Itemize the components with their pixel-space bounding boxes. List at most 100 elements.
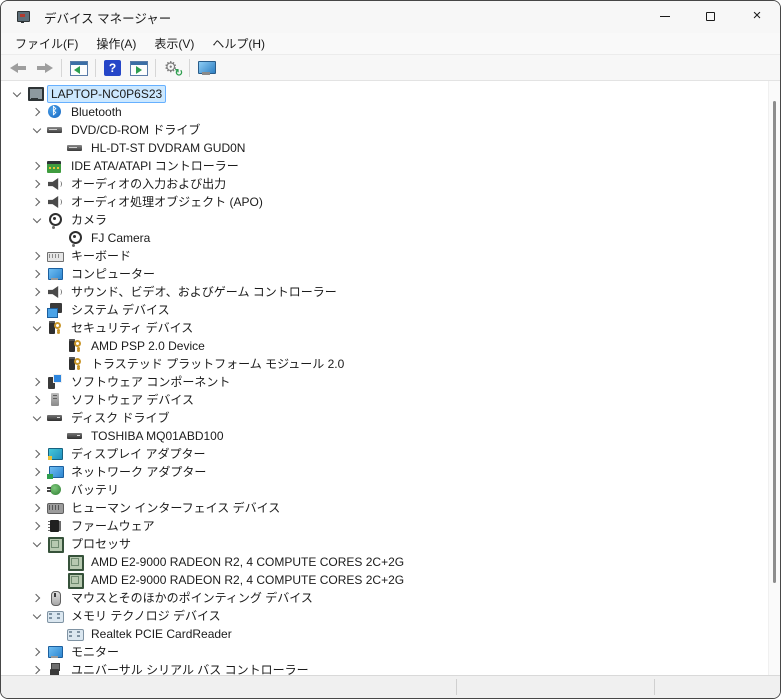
tree-node-label: ファームウェア	[71, 519, 155, 533]
tree-node-label: カメラ	[71, 213, 108, 227]
tree-node[interactable]: トラステッド プラットフォーム モジュール 2.0	[1, 355, 780, 373]
chevron-down-icon[interactable]	[29, 607, 45, 625]
tree-node[interactable]: ファームウェア	[1, 517, 780, 535]
keyboard-icon	[47, 248, 64, 264]
help-button[interactable]	[100, 57, 125, 79]
firmware-icon	[47, 518, 63, 534]
tree-node[interactable]: AMD E2-9000 RADEON R2, 4 COMPUTE CORES 2…	[1, 553, 780, 571]
back-button[interactable]	[6, 57, 31, 79]
tree-node[interactable]: ヒューマン インターフェイス デバイス	[1, 499, 780, 517]
tree-node[interactable]: TOSHIBA MQ01ABD100	[1, 427, 780, 445]
gear-refresh-icon	[164, 58, 183, 79]
tree-node[interactable]: FJ Camera	[1, 229, 780, 247]
titlebar[interactable]: デバイス マネージャー ×	[1, 1, 780, 33]
chevron-right-icon[interactable]	[29, 463, 45, 481]
show-console-tree-button[interactable]	[66, 57, 91, 79]
tree-node[interactable]: オーディオ処理オブジェクト (APO)	[1, 193, 780, 211]
chevron-down-icon[interactable]	[9, 85, 25, 103]
mouse-icon	[47, 590, 63, 606]
chevron-right-icon[interactable]	[29, 517, 45, 535]
tree-node[interactable]: ソフトウェア コンポーネント	[1, 373, 780, 391]
chevron-down-icon[interactable]	[29, 121, 45, 139]
tree-node[interactable]: ソフトウェア デバイス	[1, 391, 780, 409]
forward-button[interactable]	[32, 57, 57, 79]
tree-node[interactable]: マウスとそのほかのポインティング デバイス	[1, 589, 780, 607]
chevron-right-icon[interactable]	[29, 499, 45, 517]
menu-help[interactable]: ヘルプ(H)	[203, 34, 274, 54]
chevron-right-icon[interactable]	[29, 301, 45, 319]
tree-node[interactable]: セキュリティ デバイス	[1, 319, 780, 337]
chevron-right-icon[interactable]	[29, 103, 45, 121]
chevron-right-icon[interactable]	[29, 265, 45, 283]
status-separator	[456, 679, 457, 695]
window-play-icon	[130, 60, 148, 76]
chevron-right-icon[interactable]	[29, 445, 45, 463]
minimize-button[interactable]	[642, 1, 688, 33]
tree-node[interactable]: カメラ	[1, 211, 780, 229]
tree-node[interactable]: プロセッサ	[1, 535, 780, 553]
tree-node[interactable]: ディスプレイ アダプター	[1, 445, 780, 463]
battery-icon	[47, 482, 63, 498]
chevron-right-icon[interactable]	[29, 247, 45, 265]
optical-drive-icon	[47, 122, 63, 138]
maximize-button[interactable]	[688, 1, 734, 33]
chevron-right-icon[interactable]	[29, 481, 45, 499]
tree-node-label: FJ Camera	[91, 231, 151, 245]
chevron-right-icon[interactable]	[29, 175, 45, 193]
chevron-right-icon[interactable]	[29, 661, 45, 675]
chevron-right-icon[interactable]	[29, 589, 45, 607]
toolbar	[1, 55, 780, 81]
status-separator	[654, 679, 655, 695]
tree-node[interactable]: オーディオの入力および出力	[1, 175, 780, 193]
tree-node[interactable]: HL-DT-ST DVDRAM GUD0N	[1, 139, 780, 157]
menu-file[interactable]: ファイル(F)	[6, 34, 87, 54]
tree-node-label: サウンド、ビデオ、およびゲーム コントローラー	[71, 285, 337, 299]
scrollbar-thumb[interactable]	[773, 101, 776, 583]
system-devices-icon	[47, 302, 63, 318]
chevron-right-icon[interactable]	[29, 157, 45, 175]
devices-view-button[interactable]	[194, 57, 219, 79]
tree-node[interactable]: バッテリ	[1, 481, 780, 499]
chevron-down-icon[interactable]	[29, 319, 45, 337]
tree-node-label: Realtek PCIE CardReader	[91, 627, 232, 641]
tree-node[interactable]: ディスク ドライブ	[1, 409, 780, 427]
menu-view[interactable]: 表示(V)	[145, 34, 203, 54]
tree-node-label: ディスク ドライブ	[71, 411, 170, 425]
chevron-right-icon[interactable]	[29, 391, 45, 409]
chevron-right-icon[interactable]	[29, 373, 45, 391]
tree-node[interactable]: Realtek PCIE CardReader	[1, 625, 780, 643]
tree-node[interactable]: ネットワーク アダプター	[1, 463, 780, 481]
menu-action[interactable]: 操作(A)	[87, 34, 145, 54]
tree-node[interactable]: ユニバーサル シリアル バス コントローラー	[1, 661, 780, 675]
tree-node[interactable]: サウンド、ビデオ、およびゲーム コントローラー	[1, 283, 780, 301]
tree-node-label: TOSHIBA MQ01ABD100	[91, 429, 224, 443]
disk-drive-icon	[47, 410, 63, 426]
tree-node[interactable]: DVD/CD-ROM ドライブ	[1, 121, 780, 139]
vertical-scrollbar[interactable]	[768, 81, 780, 675]
tree-node[interactable]: メモリ テクノロジ デバイス	[1, 607, 780, 625]
tree-node[interactable]: コンピューター	[1, 265, 780, 283]
maximize-icon	[706, 12, 715, 21]
tree-node[interactable]: Bluetooth	[1, 103, 780, 121]
chevron-right-icon[interactable]	[29, 643, 45, 661]
tree-node[interactable]: キーボード	[1, 247, 780, 265]
tree-node[interactable]: AMD PSP 2.0 Device	[1, 337, 780, 355]
software-device-icon	[47, 392, 63, 408]
close-button[interactable]: ×	[734, 1, 780, 33]
chevron-down-icon[interactable]	[29, 535, 45, 553]
tree-node[interactable]: AMD E2-9000 RADEON R2, 4 COMPUTE CORES 2…	[1, 571, 780, 589]
scan-hardware-changes-button[interactable]	[160, 57, 185, 79]
properties-button[interactable]	[126, 57, 151, 79]
chevron-right-icon[interactable]	[29, 193, 45, 211]
tree-node[interactable]: システム デバイス	[1, 301, 780, 319]
chevron-down-icon[interactable]	[29, 409, 45, 427]
tree-node[interactable]: IDE ATA/ATAPI コントローラー	[1, 157, 780, 175]
chevron-right-icon[interactable]	[29, 283, 45, 301]
tree-node-label: IDE ATA/ATAPI コントローラー	[71, 159, 239, 173]
computer-monitor-icon	[198, 60, 216, 76]
tree-node[interactable]: モニター	[1, 643, 780, 661]
window-title: デバイス マネージャー	[44, 11, 172, 26]
chevron-down-icon[interactable]	[29, 211, 45, 229]
close-icon: ×	[752, 7, 762, 24]
tree-node[interactable]: LAPTOP-NC0P6S23	[1, 85, 780, 103]
